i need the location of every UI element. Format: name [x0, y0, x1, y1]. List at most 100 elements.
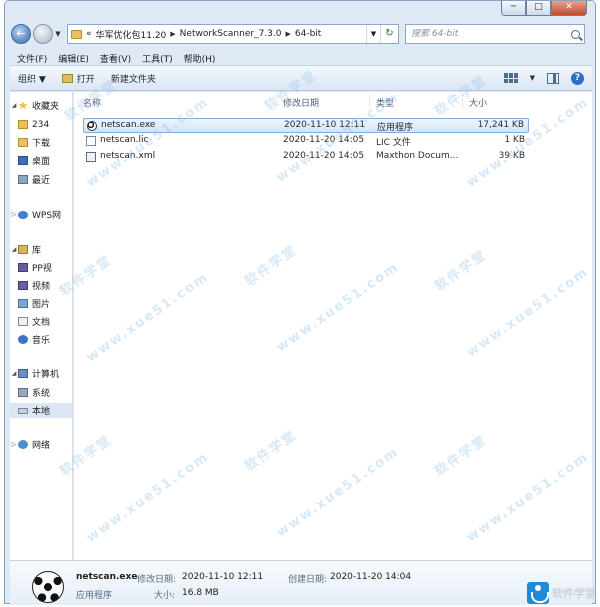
nav-label: 计算机: [32, 370, 60, 380]
table-row[interactable]: netscan.lic 2020-11-20 14:05 LIC 文件 1 KB: [83, 134, 529, 149]
details-file-name: netscan.exe: [76, 572, 138, 582]
nav-label: 视频: [32, 282, 51, 292]
nav-label: 系统: [32, 389, 51, 399]
file-size: 17,241 KB: [477, 120, 524, 130]
nav-label: 图片: [32, 300, 51, 310]
network-icon: [18, 440, 28, 449]
help-icon[interactable]: ?: [571, 71, 584, 85]
toolbar-right-group: ▼ ?: [503, 71, 592, 85]
nav-label: 库: [32, 246, 42, 256]
breadcrumb-separator-icon[interactable]: ▶: [285, 30, 290, 38]
nav-local-disk[interactable]: 本地: [10, 403, 72, 418]
recent-pages-dropdown[interactable]: ▼: [53, 30, 63, 38]
pictures-library-icon: [18, 299, 28, 308]
caption-buttons: ─ □ ✕: [501, 1, 587, 16]
file-type: Maxthon Docum...: [376, 151, 459, 161]
logo-icon: [527, 582, 549, 604]
breadcrumb-overflow[interactable]: «: [86, 29, 92, 39]
refresh-button[interactable]: ↻: [380, 25, 398, 43]
file-modified: 2020-11-20 14:05: [283, 135, 365, 145]
search-box[interactable]: [405, 24, 585, 44]
nav-videos[interactable]: 视频: [10, 278, 72, 293]
nav-wps-cloud[interactable]: ▷ WPS网: [10, 207, 72, 222]
download-folder-icon: [18, 138, 28, 147]
expand-arrow-icon[interactable]: ◢: [10, 370, 18, 377]
expand-arrow-icon[interactable]: ◢: [10, 102, 18, 109]
address-dropdown-button[interactable]: ▼: [366, 25, 380, 43]
details-modified-value: 2020-11-10 12:11: [182, 572, 264, 582]
menu-help[interactable]: 帮助(H): [184, 52, 216, 65]
table-row[interactable]: netscan.xml 2020-11-20 14:05 Maxthon Doc…: [83, 150, 529, 165]
menu-view[interactable]: 查看(V): [100, 52, 131, 65]
address-bar[interactable]: « 华军优化包11.20 ▶ NetworkScanner_7.3.0 ▶ 64…: [67, 24, 399, 44]
nav-music[interactable]: 音乐: [10, 332, 72, 347]
nav-network[interactable]: ▷ 网络: [10, 437, 72, 452]
nav-label: WPS网: [32, 211, 62, 221]
nav-favorites[interactable]: ◢ 收藏夹: [10, 98, 72, 113]
nav-folder-234[interactable]: 234: [10, 117, 72, 132]
table-row[interactable]: netscan.exe 2020-11-10 12:11 应用程序 17,241…: [83, 118, 529, 133]
nav-desktop[interactable]: 桌面: [10, 153, 72, 168]
organize-button[interactable]: 组织 ▼: [10, 72, 54, 85]
breadcrumb-item[interactable]: 华军优化包11.20: [96, 28, 167, 41]
nav-label: 234: [32, 119, 50, 130]
file-name: netscan.xml: [100, 151, 156, 161]
view-dropdown-caret-icon[interactable]: ▼: [530, 74, 535, 82]
command-toolbar: 组织 ▼ 打开 新建文件夹 ▼ ?: [10, 65, 592, 91]
recent-places-icon: [18, 175, 28, 184]
nav-label: 网络: [32, 441, 51, 451]
menu-tools[interactable]: 工具(T): [142, 52, 173, 65]
preview-pane-icon[interactable]: [547, 72, 559, 84]
back-button[interactable]: ←: [11, 24, 31, 44]
breadcrumb-item[interactable]: NetworkScanner_7.3.0: [180, 29, 282, 39]
close-button[interactable]: ✕: [551, 1, 587, 16]
view-options-icon[interactable]: [503, 73, 518, 83]
nav-label: PP视: [32, 264, 52, 274]
column-size[interactable]: 大小: [469, 96, 487, 109]
details-type-value: 应用程序: [76, 591, 113, 601]
minimize-button[interactable]: ─: [501, 1, 526, 16]
breadcrumb-item[interactable]: 64-bit: [295, 29, 321, 39]
column-type[interactable]: 类型: [376, 96, 394, 109]
xml-document-icon: [86, 152, 96, 162]
breadcrumb-separator-icon[interactable]: ▶: [170, 30, 175, 38]
soccer-ball-app-icon: [87, 121, 97, 131]
nav-label: 音乐: [32, 336, 51, 346]
nav-system-drive[interactable]: 系统: [10, 385, 72, 400]
search-icon[interactable]: [571, 29, 580, 39]
local-disk-icon: [18, 407, 28, 414]
file-type: LIC 文件: [376, 138, 411, 148]
nav-documents[interactable]: 文档: [10, 314, 72, 329]
column-divider[interactable]: [276, 94, 277, 109]
column-divider[interactable]: [369, 94, 370, 109]
folder-icon: [18, 120, 28, 129]
open-button[interactable]: 打开: [54, 72, 103, 85]
nav-label: 文档: [32, 318, 51, 328]
nav-pictures[interactable]: 图片: [10, 296, 72, 311]
menu-edit[interactable]: 编辑(E): [58, 52, 89, 65]
folder-icon: [71, 29, 82, 39]
nav-recent[interactable]: 最近: [10, 172, 72, 187]
music-library-icon: [18, 335, 28, 344]
nav-downloads[interactable]: 下载: [10, 135, 72, 150]
nav-computer[interactable]: ◢ 计算机: [10, 366, 72, 381]
nav-pp-video[interactable]: PP视: [10, 260, 72, 275]
column-modified[interactable]: 修改日期: [283, 96, 319, 109]
menu-file[interactable]: 文件(F): [17, 52, 47, 65]
file-list: 名称 修改日期 类型 大小 netscan.exe 2020-11-10 12:…: [74, 92, 592, 560]
expand-arrow-icon[interactable]: ◢: [10, 246, 18, 253]
pp-video-icon: [18, 263, 28, 272]
column-name[interactable]: 名称: [83, 96, 101, 109]
new-folder-button[interactable]: 新建文件夹: [103, 72, 164, 85]
forward-button[interactable]: [33, 24, 53, 44]
site-logo: 软件学堂: [527, 582, 596, 604]
details-created-value: 2020-11-20 14:04: [330, 572, 412, 582]
file-size: 1 KB: [504, 135, 525, 145]
file-modified: 2020-11-10 12:11: [284, 120, 366, 130]
nav-label: 最近: [32, 176, 51, 186]
nav-libraries[interactable]: ◢ 库: [10, 242, 72, 257]
blank-file-icon: [86, 136, 96, 146]
search-input[interactable]: [411, 29, 561, 39]
column-divider[interactable]: [462, 94, 463, 109]
maximize-button[interactable]: □: [526, 1, 551, 16]
